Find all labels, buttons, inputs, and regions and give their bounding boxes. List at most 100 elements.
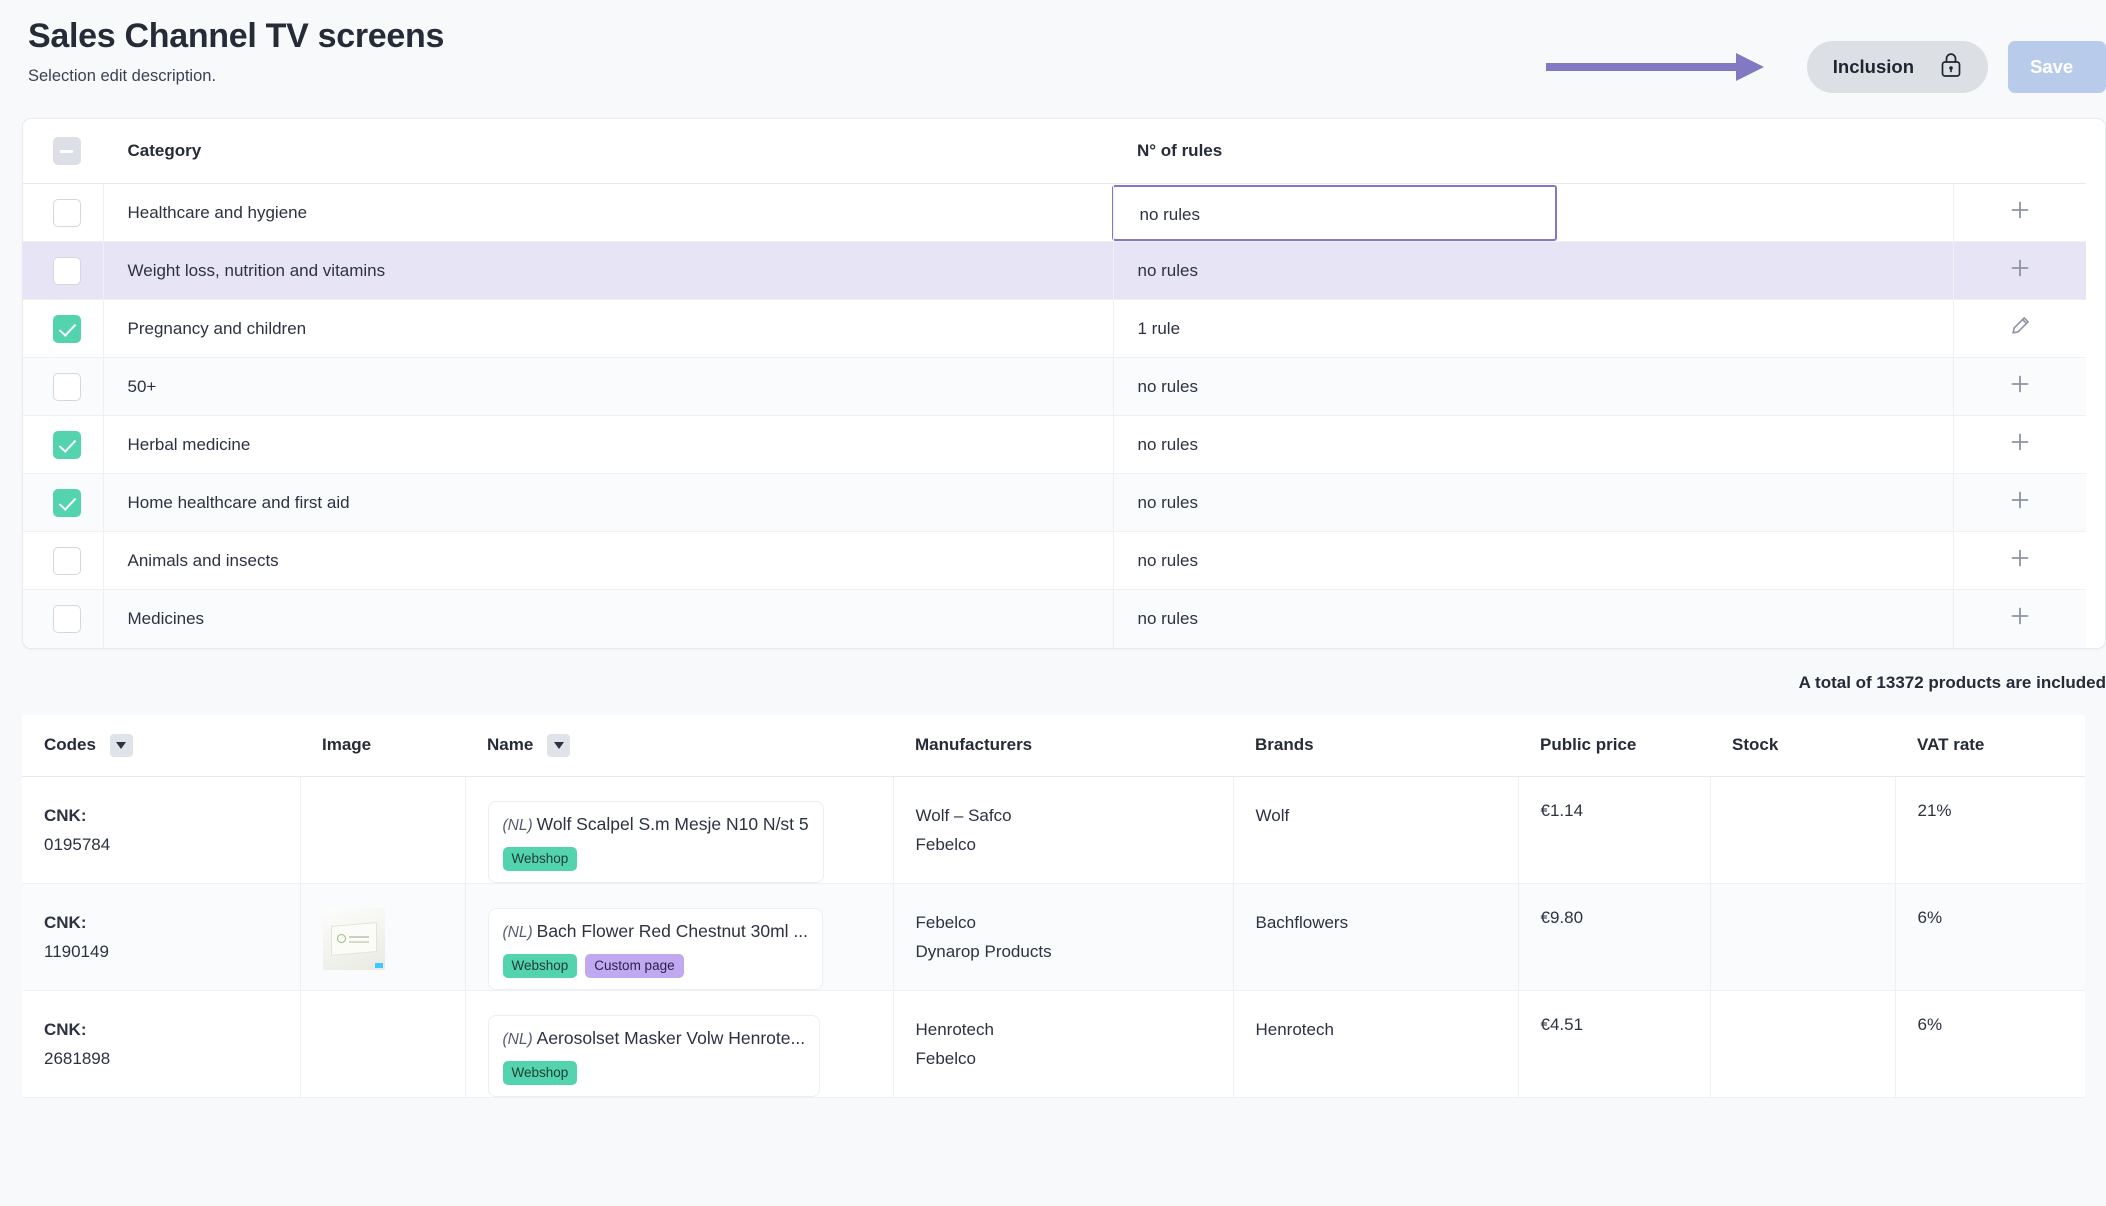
inclusion-button[interactable]: Inclusion <box>1806 41 1988 93</box>
product-badge: Custom page <box>585 954 684 978</box>
category-row[interactable]: Home healthcare and first aid no rules <box>23 473 2086 532</box>
category-row[interactable]: Weight loss, nutrition and vitamins no ru… <box>23 241 2086 300</box>
category-row[interactable]: Pregnancy and children 1 rule <box>23 299 2086 358</box>
brand-name: Wolf <box>1255 806 1290 825</box>
product-code-cell: CNK: 2681898 <box>22 990 300 1098</box>
category-row-checkbox[interactable] <box>53 488 81 517</box>
product-language-tag: (NL) <box>502 1031 533 1048</box>
category-row[interactable]: Herbal medicine no rules <box>23 415 2086 474</box>
category-row-checkbox[interactable] <box>53 314 81 343</box>
product-code-label: CNK: <box>44 1020 87 1039</box>
category-row-name: Animals and insects <box>102 531 1113 590</box>
lock-icon <box>1940 52 1962 83</box>
category-row-rules: no rules <box>1112 357 1533 416</box>
name-filter-icon[interactable] <box>547 733 571 757</box>
product-stock-cell <box>1709 883 1895 991</box>
manufacturer-name: Dynarop Products <box>915 942 1052 961</box>
category-row-name: Herbal medicine <box>102 415 1113 474</box>
product-name-cell: (NL) Bach Flower Red Chestnut 30ml ... Web… <box>464 883 893 991</box>
category-row-select-cell <box>23 357 103 416</box>
category-row-action-cell <box>1952 589 2086 648</box>
save-button[interactable]: Save <box>2008 41 2106 93</box>
category-row-rules: no rules <box>1112 531 1533 590</box>
product-code-label: CNK: <box>44 913 87 932</box>
codes-column-header: Codes <box>22 714 300 777</box>
category-row-spacer <box>1533 590 1953 648</box>
product-manufacturers-cell: Wolf – Safco Febelco <box>892 776 1233 884</box>
plus-icon[interactable] <box>2009 489 2031 516</box>
product-name-card[interactable]: (NL) Aerosolset Masker Volw Henrote... Web… <box>487 1015 821 1097</box>
product-row[interactable]: CNK: 1190149 (NL) Bach Flower Red Chestnut … <box>22 883 2085 991</box>
category-row-checkbox[interactable] <box>53 372 81 401</box>
product-row[interactable]: CNK: 0195784 (NL) Wolf Scalpel S.m Mesje N1… <box>22 776 2085 884</box>
product-vat-cell: 6% <box>1894 990 2085 1098</box>
product-badge: Webshop <box>502 1061 578 1085</box>
category-row-name: Weight loss, nutrition and vitamins <box>102 241 1113 300</box>
product-brands-cell: Bachflowers <box>1232 883 1518 991</box>
product-price-cell: €9.80 <box>1517 883 1710 991</box>
pencil-icon[interactable] <box>2009 315 2031 342</box>
vat-rate-column-header: VAT rate <box>1895 714 2085 777</box>
category-row-action-cell <box>1952 241 2086 300</box>
product-code-cell: CNK: 1190149 <box>22 883 300 991</box>
category-row-select-cell <box>23 241 103 300</box>
category-row-select-cell <box>23 473 103 532</box>
image-column-header: Image <box>300 714 465 777</box>
product-price-cell: €1.14 <box>1517 776 1710 884</box>
category-row-spacer <box>1533 415 1953 474</box>
plus-icon[interactable] <box>2009 431 2031 458</box>
category-row-spacer <box>1533 357 1953 416</box>
category-row-checkbox[interactable] <box>53 198 81 227</box>
plus-icon[interactable] <box>2009 257 2031 284</box>
product-image-cell <box>299 990 465 1098</box>
category-row-select-cell <box>23 531 103 590</box>
category-row-action-cell <box>1952 473 2086 532</box>
category-row-name: Home healthcare and first aid <box>102 473 1113 532</box>
product-manufacturers-cell: Febelco Dynarop Products <box>892 883 1233 991</box>
rules-cell-focused[interactable]: no rules <box>1111 184 1557 241</box>
page-header: Sales Channel TV screens Selection edit … <box>0 0 2106 118</box>
category-row-select-cell <box>23 415 103 474</box>
category-row-checkbox[interactable] <box>53 604 81 633</box>
name-header-label: Name <box>487 734 534 754</box>
products-table-body: CNK: 0195784 (NL) Wolf Scalpel S.m Mesje N1… <box>22 776 2085 1098</box>
product-name-card[interactable]: (NL) Bach Flower Red Chestnut 30ml ... Web… <box>487 908 824 990</box>
codes-filter-icon[interactable] <box>109 733 133 757</box>
inclusion-button-label: Inclusion <box>1832 56 1914 77</box>
plus-icon[interactable] <box>2009 547 2031 574</box>
plus-icon[interactable] <box>2009 199 2031 226</box>
category-row-name: Healthcare and hygiene <box>102 183 1113 242</box>
product-image-cell <box>299 776 465 884</box>
category-row[interactable]: Medicines no rules <box>23 589 2086 648</box>
brand-name: Henrotech <box>1255 1020 1334 1039</box>
codes-header-label: Codes <box>44 734 96 754</box>
category-row[interactable]: 50+ no rules <box>23 357 2086 416</box>
product-manufacturers-cell: Henrotech Febelco <box>892 990 1233 1098</box>
product-vat-cell: 6% <box>1894 883 2085 991</box>
product-language-tag: (NL) <box>502 817 533 834</box>
annotation-arrow-icon <box>1545 53 1781 81</box>
category-row-checkbox[interactable] <box>53 430 81 459</box>
category-row-rules: no rules <box>1111 183 1557 242</box>
product-vat-cell: 21% <box>1894 776 2085 884</box>
category-row-rules: no rules <box>1112 473 1533 532</box>
product-name-card[interactable]: (NL) Wolf Scalpel S.m Mesje N10 N/st 5 Web… <box>487 801 824 883</box>
category-row-checkbox[interactable] <box>53 546 81 575</box>
category-row-action-cell <box>1952 415 2086 474</box>
category-row-checkbox[interactable] <box>53 256 81 285</box>
category-row[interactable]: Animals and insects no rules <box>23 531 2086 590</box>
category-row-spacer <box>1533 531 1953 590</box>
product-row[interactable]: CNK: 2681898 (NL) Aerosolset Masker Volw He… <box>22 990 2085 1098</box>
product-image-cell <box>299 883 465 991</box>
category-row[interactable]: Healthcare and hygiene no rules <box>23 183 2086 242</box>
product-badges: Webshop <box>502 847 809 871</box>
category-table-card: Category N° of rules Healthcare and hygi… <box>22 118 2106 649</box>
plus-icon[interactable] <box>2009 605 2031 632</box>
manufacturer-name: Wolf – Safco <box>915 806 1012 825</box>
category-row-rules: no rules <box>1112 241 1533 300</box>
product-badges: Webshop <box>502 1061 806 1085</box>
plus-icon[interactable] <box>2009 373 2031 400</box>
products-table: Codes Image Name Manufacturers Brands Pu… <box>22 714 2085 1098</box>
products-table-header-row: Codes Image Name Manufacturers Brands Pu… <box>22 714 2085 777</box>
select-all-checkbox[interactable] <box>53 137 81 165</box>
